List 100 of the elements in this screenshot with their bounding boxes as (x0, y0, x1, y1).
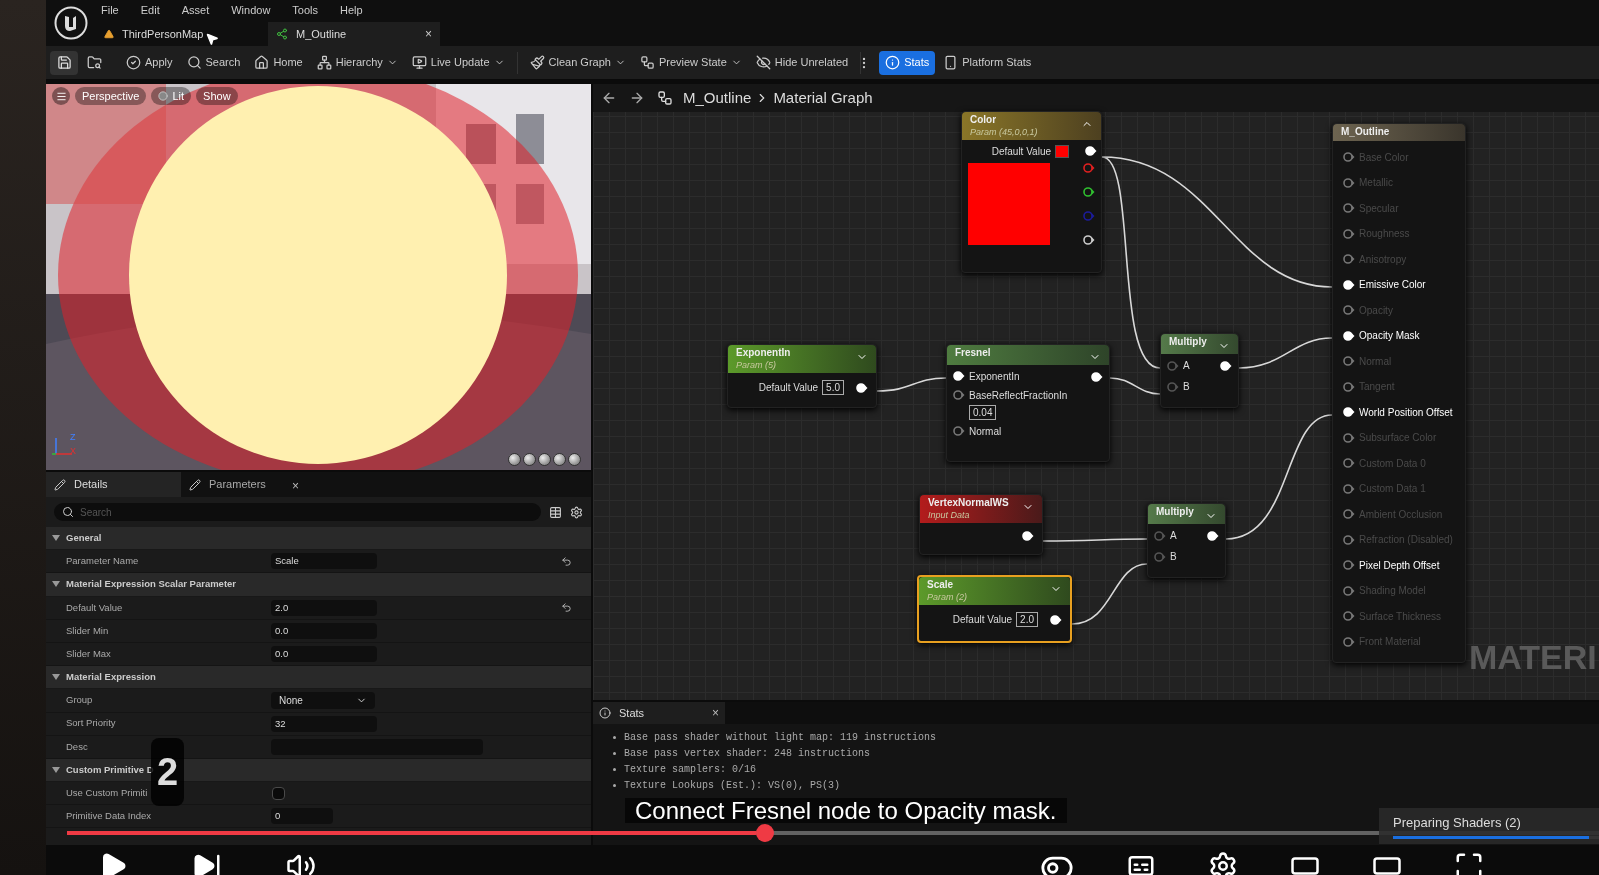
toolbar-button[interactable]: Hide Unrelated (749, 50, 855, 75)
menu-item[interactable]: File (101, 1, 119, 19)
value-field[interactable]: 0.04 (969, 405, 997, 420)
settings-icon[interactable] (570, 505, 583, 519)
graph-node[interactable]: Multiply A B (1147, 503, 1226, 578)
logo-icon[interactable] (54, 6, 88, 40)
menu-button[interactable] (52, 87, 70, 105)
dropdown[interactable]: None (271, 691, 375, 709)
node-header[interactable]: VertexNormalWS Input Data (920, 495, 1042, 523)
pin-icon[interactable] (1085, 146, 1097, 157)
toolbar-button[interactable]: Hierarchy (310, 50, 404, 75)
panel-tab[interactable]: Details (46, 472, 181, 497)
value-label: Default Value (758, 381, 819, 396)
stats-line: Texture samplers: 0/16 (624, 763, 757, 777)
toolbar-button[interactable]: Platform Stats (937, 50, 1038, 75)
save-button[interactable] (50, 50, 78, 75)
node-header[interactable]: Fresnel (947, 345, 1109, 365)
graph-node[interactable] (1332, 123, 1466, 663)
checkbox[interactable] (272, 786, 285, 800)
close-icon[interactable]: × (712, 704, 719, 722)
section-header[interactable]: Material Expression (46, 666, 591, 690)
node-header[interactable]: Multiply (1161, 334, 1238, 354)
pin-icon[interactable] (1343, 407, 1355, 418)
pin-icon[interactable] (1091, 371, 1103, 382)
menu-item[interactable]: Asset (181, 1, 210, 19)
graph-node[interactable]: Fresnel ExponentIn BaseReflectFractionIn 0.04 Normal (946, 344, 1110, 462)
close-icon[interactable]: × (292, 477, 299, 497)
toolbar-button[interactable]: Home (248, 50, 309, 75)
value-field[interactable]: 0 (271, 808, 333, 825)
search-field[interactable]: Search (54, 503, 541, 521)
value-field[interactable]: 2.0 (1016, 612, 1038, 628)
input-label: Emissive Color (1359, 278, 1426, 293)
pin-icon[interactable] (1050, 614, 1062, 625)
toolbar-button[interactable]: Clean Graph (523, 50, 632, 75)
table-icon[interactable] (549, 505, 562, 519)
graph-node[interactable]: Multiply A B (1160, 333, 1239, 408)
pin-icon[interactable] (1343, 279, 1355, 290)
toolbar-button[interactable]: Preview State (633, 50, 748, 75)
pin-icon[interactable] (856, 382, 868, 393)
toolbar-button[interactable]: Search (180, 50, 247, 75)
menu-item[interactable]: Tools (292, 1, 319, 19)
pin-icon[interactable] (1083, 234, 1095, 245)
value-field[interactable]: 2.0 (271, 599, 377, 616)
collapse-icon[interactable] (52, 535, 60, 542)
pin-icon[interactable] (1343, 330, 1355, 341)
value-field[interactable]: 5.0 (822, 380, 844, 396)
value-label: Default Value (952, 613, 1013, 628)
toolbar-button[interactable]: Live Update (405, 50, 511, 75)
forward-icon[interactable] (629, 90, 645, 106)
menu-item[interactable]: Help (340, 1, 363, 19)
reset-icon[interactable] (561, 602, 572, 614)
viewport-button[interactable]: Lit (151, 87, 192, 105)
node-title: VertexNormalWS (928, 497, 1009, 510)
viewport-button[interactable]: Perspective (75, 87, 147, 105)
settings-icon[interactable] (1208, 851, 1238, 875)
panel-tab[interactable]: Stats × (593, 702, 725, 724)
graph-node[interactable]: ExponentIn Param (5) Default Value 5.0 (727, 344, 877, 408)
home-icon (254, 55, 270, 70)
toolbar-button[interactable]: Apply (120, 50, 179, 75)
fullscreen-icon[interactable] (1454, 851, 1484, 875)
property-label: Sort Priority (65, 716, 117, 731)
menu-item[interactable]: Window (231, 1, 271, 19)
section-header[interactable]: General (46, 527, 591, 551)
node-header[interactable]: Color Param (45,0,0,1) (962, 112, 1101, 140)
collapse-icon[interactable] (52, 674, 60, 681)
node-header[interactable]: Scale Param (2) (919, 577, 1070, 605)
pin-icon[interactable] (1083, 186, 1095, 197)
subtitle-text: Connect Fresnel node to Opacity mask. (635, 798, 1057, 823)
reset-icon[interactable] (561, 555, 572, 567)
viewport-button[interactable]: Show (196, 87, 238, 105)
value-field[interactable]: 32 (271, 715, 377, 732)
node-header[interactable]: M_Outline (1333, 124, 1465, 141)
value-field[interactable]: 0.0 (271, 622, 377, 639)
pin-icon[interactable] (1220, 360, 1232, 371)
collapse-icon[interactable] (52, 581, 60, 588)
toolbar-button[interactable]: Stats (879, 50, 936, 75)
document-tab[interactable]: ThirdPersonMap (96, 22, 268, 46)
value-field[interactable]: Scale (271, 553, 377, 570)
pin-icon[interactable] (953, 371, 965, 381)
graph-node[interactable]: VertexNormalWS Input Data (919, 494, 1043, 555)
pin-icon[interactable] (1207, 530, 1219, 541)
graph-node[interactable]: Scale Param (2) Default Value 2.0 (917, 575, 1072, 643)
close-icon[interactable]: × (425, 25, 432, 43)
search-icon (62, 506, 74, 518)
breadcrumb-link[interactable]: Material Graph (773, 86, 873, 110)
folder-search-icon (86, 55, 102, 70)
document-tab[interactable]: M_Outline × (268, 22, 440, 46)
node-header[interactable]: Multiply (1148, 504, 1225, 524)
color-swatch[interactable] (1055, 144, 1069, 158)
breadcrumb-link[interactable]: M_Outline (683, 86, 752, 110)
node-header[interactable]: ExponentIn Param (5) (728, 345, 876, 373)
back-icon[interactable] (601, 90, 617, 106)
graph-node[interactable]: Color Param (45,0,0,1) Default Value (961, 111, 1102, 273)
collapse-icon[interactable] (52, 766, 60, 773)
bullet-icon (613, 736, 616, 739)
tab-label: ThirdPersonMap (122, 26, 204, 42)
menu-item[interactable]: Edit (140, 1, 160, 19)
section-header[interactable]: Material Expression Scalar Parameter (46, 573, 591, 597)
value-field[interactable]: 0.0 (271, 646, 377, 663)
pin-icon[interactable] (1022, 530, 1034, 541)
